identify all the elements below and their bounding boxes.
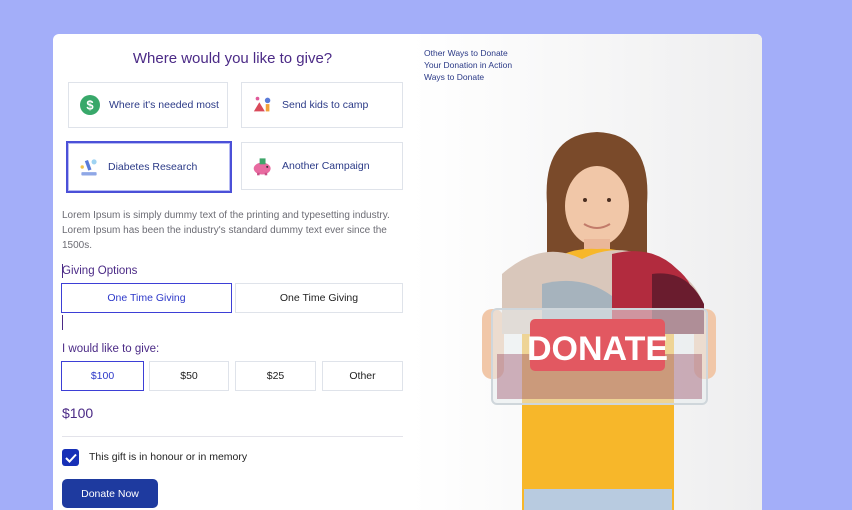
honour-checkbox[interactable] (62, 449, 79, 466)
svg-text:$: $ (86, 98, 94, 113)
text-cursor (62, 315, 63, 330)
campaign-send-kids-to-camp[interactable]: Send kids to camp (241, 82, 403, 128)
dollar-coin-icon: $ (79, 94, 101, 116)
form-heading: Where would you like to give? (132, 50, 333, 67)
checkmark-icon (64, 453, 77, 463)
campaign-diabetes-research[interactable]: Diabetes Research (66, 141, 232, 193)
divider (62, 436, 403, 437)
donation-photo-panel: DONATE Other Ways to Donate Your Donatio… (412, 34, 762, 510)
donation-card: Where would you like to give? $ Where it… (53, 34, 762, 510)
amount-option-25[interactable]: $25 (235, 361, 316, 391)
amount-label: I would like to give: (62, 343, 160, 355)
giving-option-one-time[interactable]: One Time Giving (61, 283, 232, 313)
honour-checkbox-label: This gift is in honour or in memory (89, 451, 248, 463)
campaign-label: Send kids to camp (282, 99, 369, 111)
amount-option-50[interactable]: $50 (149, 361, 229, 391)
side-links: Other Ways to Donate Your Donation in Ac… (424, 47, 512, 83)
campaign-where-needed-most[interactable]: $ Where it's needed most (68, 82, 228, 128)
link-ways-to-donate[interactable]: Ways to Donate (424, 71, 512, 83)
microscope-research-icon (78, 156, 100, 178)
donation-form: Where would you like to give? $ Where it… (53, 34, 412, 510)
donate-sign-text: DONATE (527, 330, 668, 368)
camp-kids-icon (252, 94, 274, 116)
donation-total: $100 (62, 405, 94, 421)
donate-now-button[interactable]: Donate Now (62, 479, 158, 508)
amount-option-100[interactable]: $100 (61, 361, 144, 391)
amount-option-other[interactable]: Other (322, 361, 403, 391)
campaign-label: Another Campaign (282, 160, 370, 172)
campaign-label: Diabetes Research (108, 161, 198, 173)
piggy-bank-icon (252, 155, 274, 177)
campaign-label: Where it's needed most (109, 99, 219, 111)
link-other-ways-to-donate[interactable]: Other Ways to Donate (424, 47, 512, 59)
link-your-donation-in-action[interactable]: Your Donation in Action (424, 59, 512, 71)
donation-photo: DONATE (412, 34, 762, 510)
campaign-description: Lorem Ipsum is simply dummy text of the … (62, 210, 390, 251)
giving-option-one-time-alt[interactable]: One Time Giving (235, 283, 403, 313)
campaign-another-campaign[interactable]: Another Campaign (241, 142, 403, 190)
giving-options-label: Giving Options (62, 265, 138, 277)
